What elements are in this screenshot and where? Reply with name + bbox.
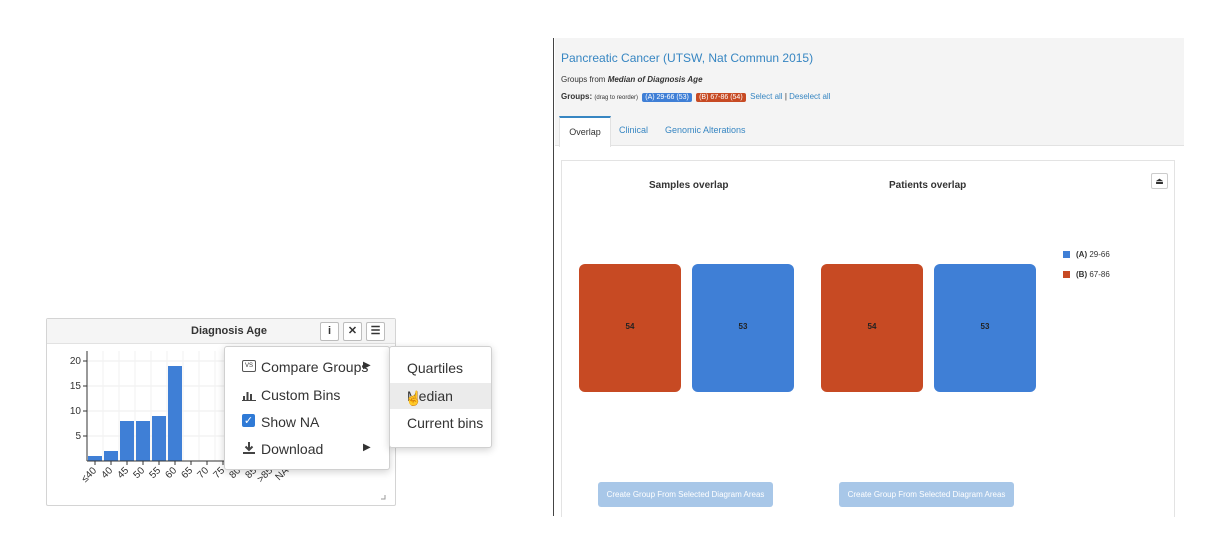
histogram-bar[interactable] — [104, 451, 118, 461]
samples-group-a-area[interactable]: 53 — [692, 264, 794, 392]
hand-cursor-icon: ☝ — [405, 390, 423, 406]
histogram-bar[interactable] — [120, 421, 134, 461]
create-group-patients-button[interactable]: Create Group From Selected Diagram Areas — [839, 482, 1014, 507]
tab-clinical[interactable]: Clinical — [619, 116, 648, 145]
menu-item-download[interactable]: Download ▶ — [225, 437, 389, 463]
select-all-link[interactable]: Select all — [750, 92, 782, 101]
checkbox-checked-icon[interactable]: ✓ — [242, 414, 255, 427]
legend-swatch-b — [1063, 271, 1070, 278]
hamburger-menu-icon[interactable]: ☰ — [366, 322, 385, 341]
submenu-item-quartiles[interactable]: Quartiles — [390, 355, 491, 381]
menu-item-custom-bins[interactable]: Custom Bins — [225, 383, 389, 409]
left-panel: Diagnosis Age i ✕ ☰ 5 10 15 20 ≤40 40 45 50 55 60… — [0, 0, 553, 536]
patients-overlap-title: Patients overlap — [889, 180, 967, 191]
caret-right-icon: ▶ — [363, 360, 371, 371]
right-panel: Pancreatic Cancer (UTSW, Nat Commun 2015… — [555, 38, 1184, 517]
caret-right-icon: ▶ — [363, 442, 371, 453]
groups-row: Groups: (drag to reorder) (A) 29-66 (53)… — [561, 92, 831, 102]
menu-item-compare-groups[interactable]: VS Compare Groups ▶ — [225, 355, 389, 381]
y-tick-label: 10 — [70, 406, 82, 417]
chart-options-menu: VS Compare Groups ▶ Custom Bins ✓ Show N… — [224, 346, 390, 470]
panel-divider — [553, 38, 554, 516]
chart-card-header: Diagnosis Age i ✕ ☰ — [47, 319, 395, 344]
cloud-download-icon[interactable]: ⏏ — [1151, 173, 1168, 189]
groups-from-attribute: Median of Diagnosis Age — [607, 75, 703, 84]
x-tick-label: 50 — [131, 465, 147, 481]
submenu-item-current-bins[interactable]: Current bins — [390, 410, 491, 436]
info-icon[interactable]: i — [320, 322, 339, 341]
create-group-samples-button[interactable]: Create Group From Selected Diagram Areas — [598, 482, 773, 507]
patients-group-a-area[interactable]: 53 — [934, 264, 1036, 392]
deselect-all-link[interactable]: Deselect all — [789, 92, 830, 101]
x-tick-label: 65 — [179, 465, 195, 481]
vs-icon: VS — [242, 360, 256, 372]
legend-item-group-b: (B) 67-86 — [1063, 270, 1110, 279]
resize-handle-icon[interactable] — [381, 495, 386, 500]
y-tick-label: 5 — [75, 431, 81, 442]
histogram-bar[interactable] — [136, 421, 150, 461]
samples-overlap-title: Samples overlap — [649, 180, 729, 191]
histogram-bar[interactable] — [152, 416, 166, 461]
group-a-badge[interactable]: (A) 29-66 (53) — [642, 93, 692, 102]
menu-item-show-na[interactable]: ✓ Show NA — [225, 410, 389, 436]
histogram-bar[interactable] — [88, 456, 102, 461]
study-header: Pancreatic Cancer (UTSW, Nat Commun 2015… — [555, 38, 1184, 147]
close-icon[interactable]: ✕ — [343, 322, 362, 341]
study-title-link[interactable]: Pancreatic Cancer (UTSW, Nat Commun 2015… — [561, 51, 813, 65]
x-tick-label: 45 — [115, 465, 131, 481]
download-icon — [242, 441, 256, 455]
group-b-badge[interactable]: (B) 67-86 (54) — [696, 93, 746, 102]
samples-group-b-area[interactable]: 54 — [579, 264, 681, 392]
x-tick-label: 70 — [195, 465, 211, 481]
legend-swatch-a — [1063, 251, 1070, 258]
y-tick-label: 20 — [70, 356, 82, 367]
tab-overlap[interactable]: Overlap — [559, 116, 611, 147]
y-tick-label: 15 — [70, 381, 82, 392]
bar-chart-icon — [242, 387, 256, 401]
overlap-card: Samples overlap Patients overlap ⏏ 54 53… — [561, 160, 1175, 517]
x-tick-label: ≤40 — [80, 465, 100, 485]
x-tick-label: 60 — [163, 465, 179, 481]
groups-from-text: Groups from Median of Diagnosis Age — [561, 75, 703, 84]
x-tick-label: 40 — [99, 465, 115, 481]
legend-item-group-a: (A) 29-66 — [1063, 250, 1110, 259]
x-tick-label: 55 — [147, 465, 163, 481]
histogram-bar[interactable] — [168, 366, 182, 461]
patients-group-b-area[interactable]: 54 — [821, 264, 923, 392]
tab-genomic-alterations[interactable]: Genomic Alterations — [665, 116, 746, 145]
